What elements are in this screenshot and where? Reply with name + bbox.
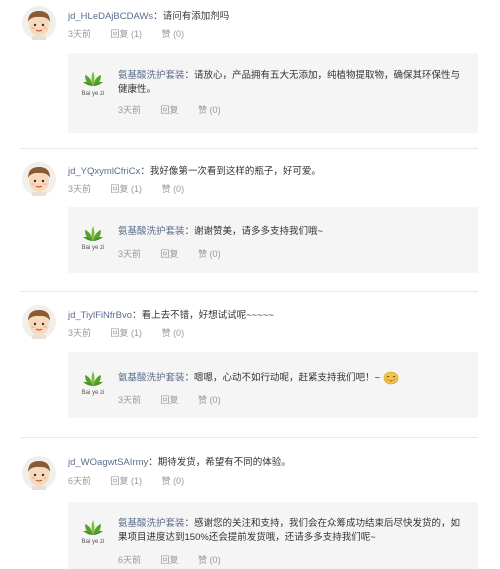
username-link[interactable]: jd_HLeDAjBCDAWs [68,11,153,22]
reply-meta: 3天前 回复 赞 (0) [118,393,238,406]
reply-content: 嗯嗯，心动不如行动呢，赶紧支持我们吧！~ [194,372,381,384]
timestamp: 3天前 [68,184,92,194]
comment-meta: 3天前 回复 (1) 赞 (0) [68,182,201,195]
comment-text: 看上去不错，好想试试呢~~~~~ [141,310,274,321]
reply-button[interactable]: 回复 [161,555,179,565]
comment-meta: 3天前 回复 (1) 赞 (0) [68,326,201,339]
reply-meta: 3天前 回复 赞 (0) [118,247,238,260]
brand-logo-text: Bai ye zi [81,390,105,396]
timestamp: 3天前 [118,249,142,259]
like-button[interactable]: 赞 (0) [162,328,185,338]
merchant-reply: Bai ye zi 氨基酸洗护套装：请放心，产品拥有五大无添加，纯植物提取物，确… [68,53,478,133]
user-avatar[interactable] [22,162,56,196]
merchant-reply: Bai ye zi 氨基酸洗护套装：谢谢赞美，请多多支持我们哦~ 3天前 回复 … [68,207,478,273]
brand-logo-text: Bai ye zi [81,539,105,545]
like-button[interactable]: 赞 (0) [198,249,221,259]
timestamp: 6天前 [68,476,92,486]
blushing-emoji-icon [383,371,399,385]
reply-content: 谢谢赞美，请多多支持我们哦~ [194,226,324,237]
comment-meta: 6天前 回复 (1) 赞 (0) [68,474,201,487]
reply-button[interactable]: 回复 [161,395,179,405]
reply-meta: 3天前 回复 赞 (0) [118,103,238,116]
brand-logo-text: Bai ye zi [81,245,105,251]
brand-name[interactable]: 氨基酸洗护套装 [118,226,185,237]
like-button[interactable]: 赞 (0) [162,184,185,194]
reply-button[interactable]: 回复 (1) [111,29,143,39]
reply-button[interactable]: 回复 (1) [111,184,143,194]
timestamp: 3天前 [118,105,142,115]
comment-line: jd_YQxymlCfriCx：我好像第一次看到这样的瓶子，好可爱。 [68,166,321,177]
reply-text: 氨基酸洗护套装：请放心，产品拥有五大无添加，纯植物提取物，确保其环保性与健康性。 [118,70,461,95]
user-avatar[interactable] [22,305,56,339]
reply-text: 氨基酸洗护套装：谢谢赞美，请多多支持我们哦~ [118,226,324,237]
like-button[interactable]: 赞 (0) [162,476,185,486]
username-link[interactable]: jd_WOagwtSAIrmy [68,457,148,468]
brand-name[interactable]: 氨基酸洗护套装 [118,373,185,384]
timestamp: 3天前 [68,328,92,338]
reply-meta: 6天前 回复 赞 (0) [118,553,238,566]
reply-text: 氨基酸洗护套装：嗯嗯，心动不如行动呢，赶紧支持我们吧！~ [118,371,464,386]
reply-button[interactable]: 回复 [161,249,179,259]
brand-name[interactable]: 氨基酸洗护套装 [118,70,185,81]
divider [20,291,478,292]
timestamp: 3天前 [68,29,92,39]
comment-line: jd_TiylFiNfrBvo：看上去不错，好想试试呢~~~~~ [68,310,274,321]
reply-button[interactable]: 回复 (1) [111,476,143,486]
brand-name[interactable]: 氨基酸洗护套装 [118,518,185,529]
divider [20,437,478,438]
user-avatar[interactable] [22,456,56,490]
comment-text: 请问有添加剂吗 [162,11,230,22]
comment-line: jd_HLeDAjBCDAWs：请问有添加剂吗 [68,11,230,22]
reply-button[interactable]: 回复 (1) [111,328,143,338]
username-link[interactable]: jd_YQxymlCfriCx [68,166,140,177]
merchant-reply: Bai ye zi 氨基酸洗护套装：嗯嗯，心动不如行动呢，赶紧支持我们吧！~ 3… [68,352,478,418]
timestamp: 3天前 [118,395,142,405]
brand-logo-text: Bai ye zi [81,91,105,97]
user-avatar[interactable] [22,6,56,40]
merchant-reply: Bai ye zi 氨基酸洗护套装：感谢您的关注和支持，我们会在众筹成功结束后尽… [68,502,478,569]
reply-text: 氨基酸洗护套装：感谢您的关注和支持，我们会在众筹成功结束后尽快发货的，如果项目进… [118,518,461,543]
comment-line: jd_WOagwtSAIrmy：期待发货，希望有不同的体验。 [68,457,291,468]
divider [20,148,478,149]
like-button[interactable]: 赞 (0) [198,105,221,115]
like-button[interactable]: 赞 (0) [162,29,185,39]
like-button[interactable]: 赞 (0) [198,395,221,405]
timestamp: 6天前 [118,555,142,565]
comment-text: 我好像第一次看到这样的瓶子，好可爱。 [149,166,321,177]
username-link[interactable]: jd_TiylFiNfrBvo [68,310,132,321]
comment-meta: 3天前 回复 (1) 赞 (0) [68,27,201,40]
like-button[interactable]: 赞 (0) [198,555,221,565]
comment-text: 期待发货，希望有不同的体验。 [157,457,291,468]
reply-button[interactable]: 回复 [161,105,179,115]
